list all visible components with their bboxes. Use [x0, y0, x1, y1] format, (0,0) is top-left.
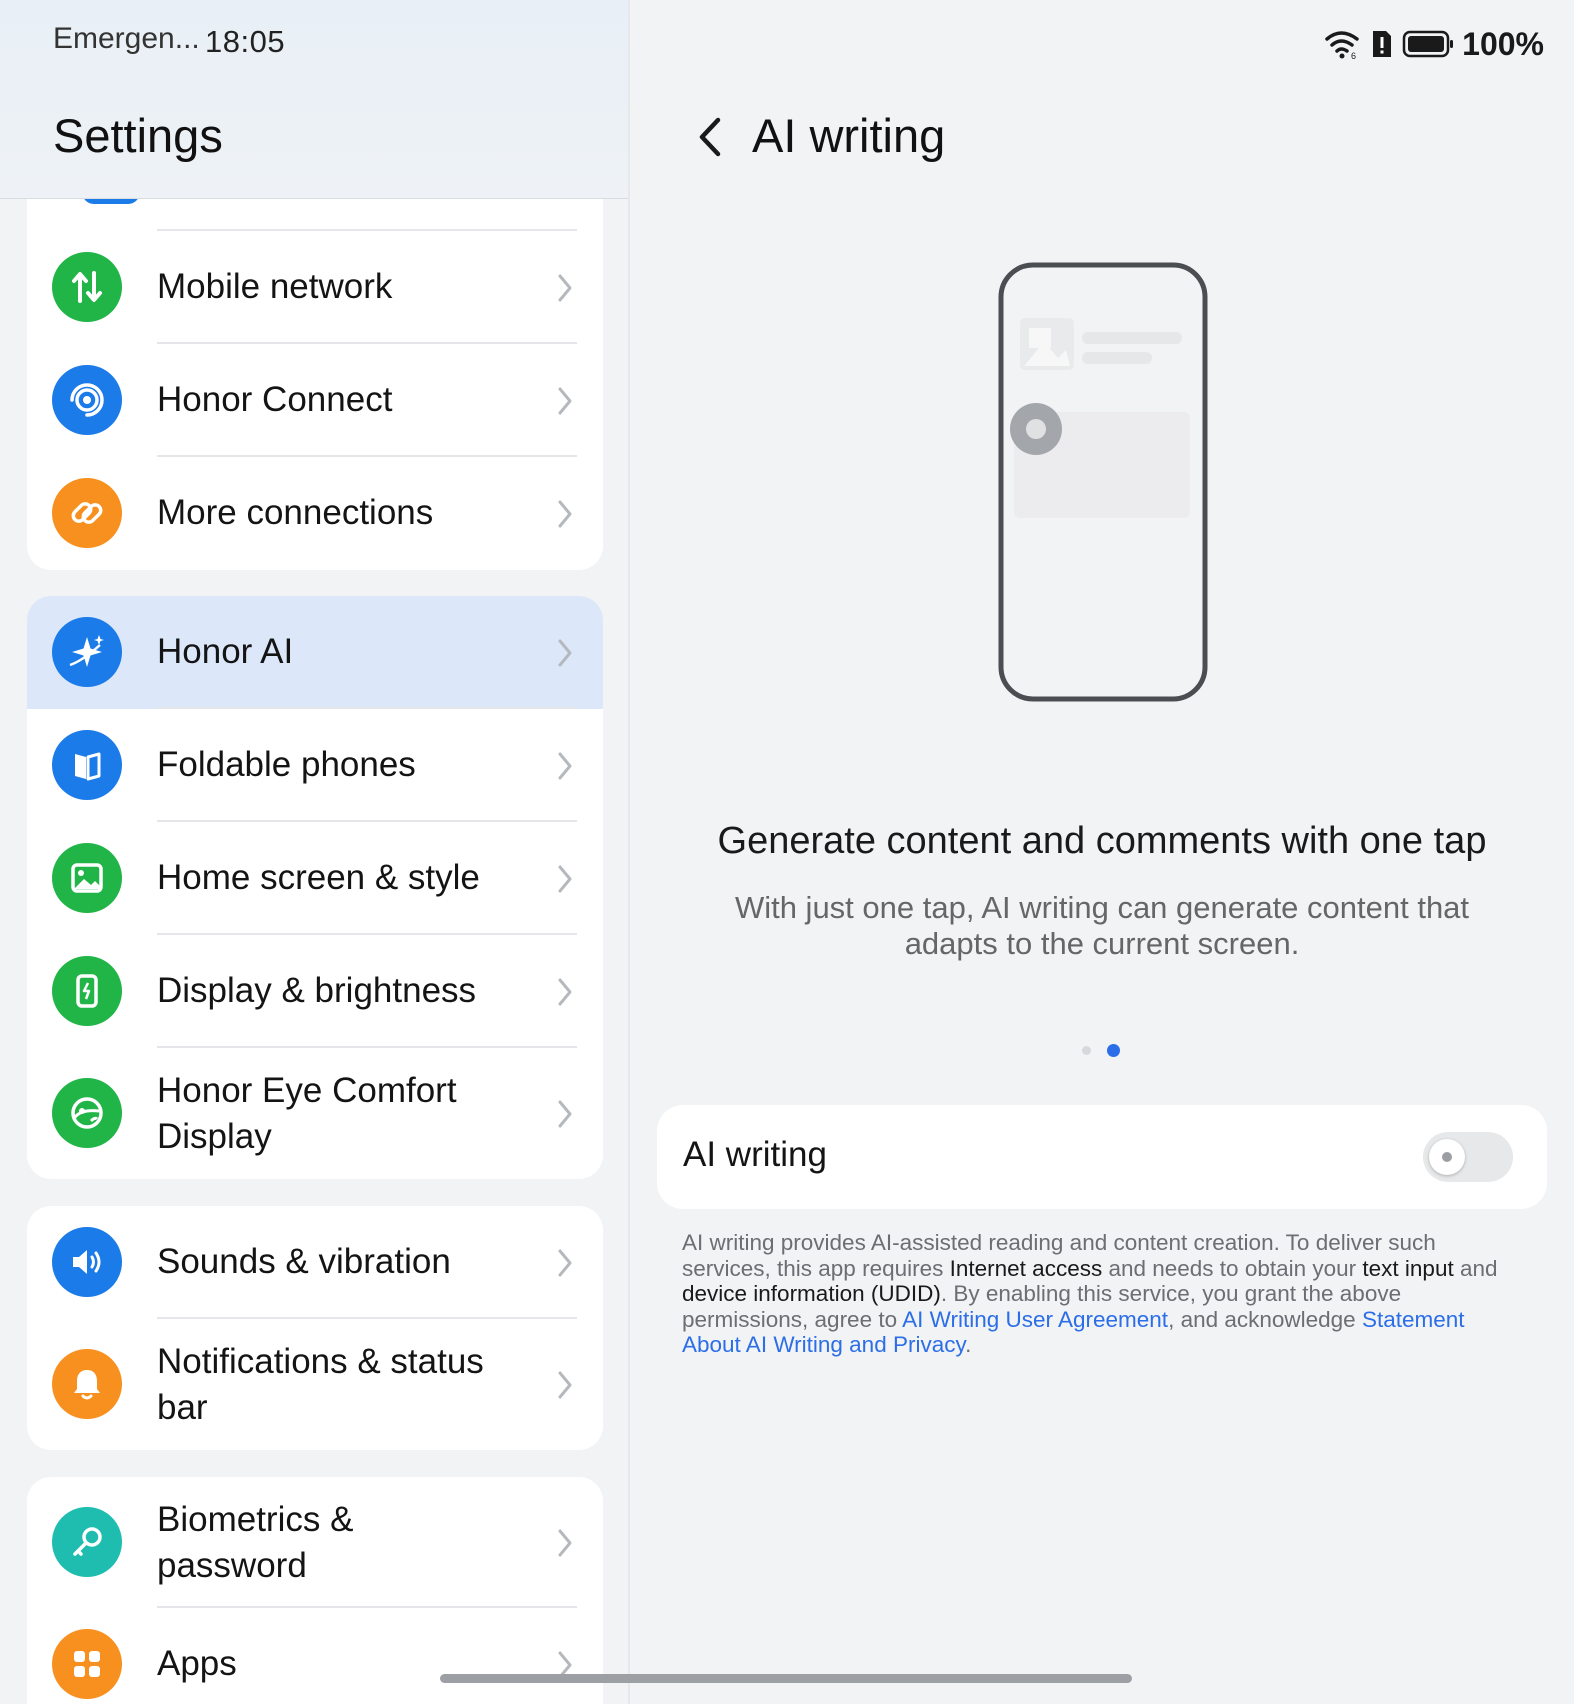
- honor-connect-icon: [52, 365, 122, 435]
- settings-item-label: Honor AI: [157, 632, 294, 671]
- ai-writing-toggle-label: AI writing: [683, 1135, 827, 1174]
- settings-list-pane: Emergen... 18:05 Settings Mobile network…: [0, 0, 628, 1704]
- settings-item-home-screen-style[interactable]: Home screen & style: [27, 822, 603, 935]
- carrier-label: Emergen...: [53, 22, 200, 55]
- settings-item-foldable-phones[interactable]: Foldable phones: [27, 709, 603, 822]
- settings-item-eye-comfort[interactable]: Honor Eye Comfort Display: [27, 1048, 603, 1179]
- settings-item-label: Foldable phones: [157, 745, 416, 784]
- battery-percent: 100%: [1462, 25, 1544, 62]
- settings-item-label: Notifications & status bar: [157, 1342, 484, 1427]
- promo-title: Generate content and comments with one t…: [717, 820, 1487, 862]
- disclaimer-text: .: [965, 1332, 972, 1357]
- disclaimer-text: , and acknowledge: [1168, 1306, 1362, 1332]
- chevron-right-icon: [558, 978, 572, 1006]
- settings-item-apps[interactable]: Apps: [27, 1608, 603, 1704]
- settings-item-label: Home screen & style: [157, 858, 480, 897]
- eye-comfort-icon: [52, 1078, 122, 1148]
- sparkle-icon: [52, 617, 122, 687]
- chevron-right-icon: [558, 387, 572, 415]
- settings-item-display-brightness[interactable]: Display & brightness: [27, 935, 603, 1048]
- chevron-right-icon: [558, 865, 572, 893]
- disclaimer-emphasis: Internet access: [949, 1255, 1103, 1281]
- chevron-right-icon: [558, 1371, 572, 1399]
- settings-group-connectivity: Mobile network Honor Connect More connec…: [27, 150, 603, 570]
- settings-group-ai-display: Honor AI Foldable phones Home screen & s…: [27, 596, 603, 1179]
- settings-item-label: Sounds & vibration: [157, 1242, 451, 1281]
- settings-item-more-connections[interactable]: More connections: [27, 457, 603, 570]
- page-indicator-dot-active[interactable]: [1107, 1044, 1120, 1057]
- chevron-right-icon: [558, 1529, 572, 1557]
- chevron-right-icon: [558, 1249, 572, 1277]
- page-title: AI writing: [752, 109, 946, 162]
- home-indicator[interactable]: [440, 1674, 1132, 1683]
- page-indicator: [1082, 1044, 1120, 1057]
- phone-illustration: [998, 262, 1208, 702]
- page-indicator-dot[interactable]: [1082, 1046, 1091, 1055]
- page-title: Settings: [53, 109, 223, 162]
- privacy-disclaimer: AI writing provides AI-assisted reading …: [682, 1230, 1500, 1358]
- battery-icon: [1402, 30, 1454, 58]
- key-icon: [52, 1507, 122, 1577]
- settings-item-label: Mobile network: [157, 267, 393, 306]
- switch-knob: [1429, 1139, 1465, 1175]
- status-icons: 6 100%: [1324, 24, 1544, 64]
- foldable-icon: [52, 730, 122, 800]
- disclaimer-emphasis: device information (UDID): [682, 1281, 941, 1306]
- settings-item-label: More connections: [157, 493, 434, 532]
- ai-writing-pane: 6 100% AI writing Generate content and c…: [630, 0, 1574, 1704]
- chevron-right-icon: [558, 274, 572, 302]
- settings-item-honor-ai[interactable]: Honor AI: [27, 596, 603, 709]
- settings-item-label: Apps: [157, 1644, 237, 1683]
- svg-text:6: 6: [1351, 51, 1356, 60]
- disclaimer-text: and: [1453, 1255, 1498, 1281]
- chevron-right-icon: [558, 752, 572, 780]
- chevron-right-icon: [558, 500, 572, 528]
- bell-icon: [52, 1349, 122, 1419]
- chevron-right-icon: [558, 1100, 572, 1128]
- ai-writing-toggle-row[interactable]: AI writing: [657, 1105, 1547, 1209]
- settings-header: Emergen... 18:05 Settings: [0, 0, 628, 199]
- settings-item-mobile-network[interactable]: Mobile network: [27, 231, 603, 344]
- settings-item-label: Biometrics & password: [157, 1500, 354, 1585]
- disclaimer-emphasis: text input: [1362, 1255, 1454, 1281]
- settings-item-biometrics[interactable]: Biometrics & password: [27, 1477, 603, 1608]
- settings-group-security-apps: Biometrics & password Apps: [27, 1477, 603, 1704]
- settings-item-notifications[interactable]: Notifications & status bar: [27, 1319, 603, 1450]
- settings-item-honor-connect[interactable]: Honor Connect: [27, 344, 603, 457]
- apps-icon: [52, 1629, 122, 1699]
- link-icon: [52, 478, 122, 548]
- settings-group-sound-notifications: Sounds & vibration Notifications & statu…: [27, 1206, 603, 1450]
- settings-item-sounds-vibration[interactable]: Sounds & vibration: [27, 1206, 603, 1319]
- settings-item-label: Honor Eye Comfort Display: [157, 1071, 457, 1156]
- chevron-right-icon: [558, 639, 572, 667]
- settings-item-label: Honor Connect: [157, 380, 393, 419]
- settings-item-label: Display & brightness: [157, 971, 477, 1010]
- mobile-data-icon: [52, 252, 122, 322]
- promo-description: With just one tap, AI writing can genera…: [734, 890, 1470, 961]
- speaker-icon: [52, 1227, 122, 1297]
- wifi-icon: 6: [1325, 31, 1359, 60]
- image-icon: [52, 843, 122, 913]
- ai-writing-switch[interactable]: [1423, 1132, 1513, 1182]
- display-icon: [52, 956, 122, 1026]
- disclaimer-text: and needs to obtain your: [1102, 1255, 1363, 1281]
- clock: 18:05: [205, 24, 286, 59]
- sim-alert-icon: [1373, 31, 1392, 57]
- user-agreement-link[interactable]: AI Writing User Agreement: [902, 1307, 1168, 1332]
- back-arrow-icon[interactable]: [690, 112, 730, 162]
